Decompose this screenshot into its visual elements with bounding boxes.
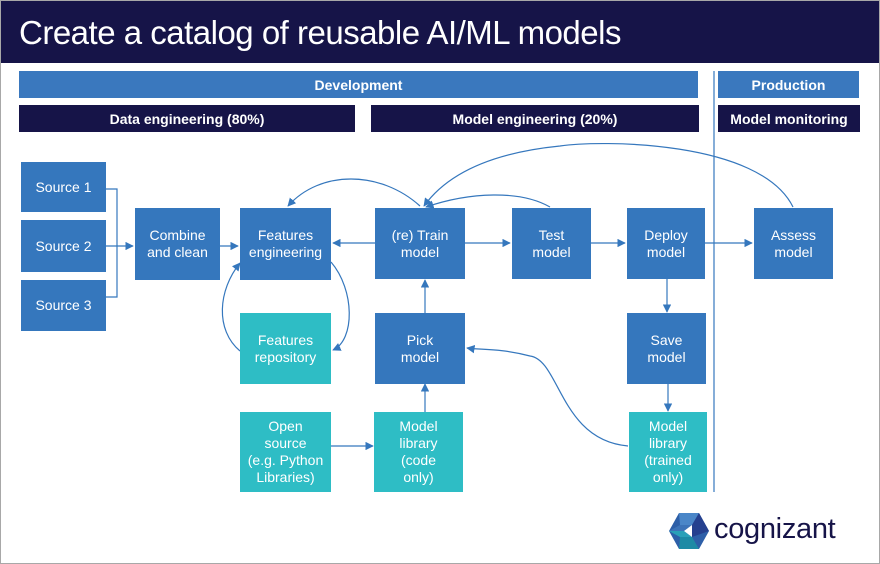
node-features-repository[interactable]: Features repository	[240, 313, 331, 384]
node-model-library-trained[interactable]: Model library (trained only)	[629, 412, 707, 492]
node-deploy-model[interactable]: Deploy model	[627, 208, 705, 279]
arrow-train-loop-to-features	[287, 178, 421, 207]
node-combine-and-clean[interactable]: Combine and clean	[135, 208, 220, 280]
node-assess-model[interactable]: Assess model	[754, 208, 833, 279]
node-source-2[interactable]: Source 2	[21, 220, 106, 272]
node-pick-model[interactable]: Pick model	[375, 313, 465, 384]
arrow-assess-to-train	[423, 142, 794, 208]
cognizant-hexagon-logo-icon	[669, 513, 709, 549]
node-source-1[interactable]: Source 1	[21, 162, 106, 212]
cognizant-logo: cognizant	[668, 511, 868, 551]
node-features-engineering[interactable]: Features engineering	[240, 208, 331, 280]
node-test-model[interactable]: Test model	[512, 208, 591, 279]
arrow-features-to-repo	[330, 261, 350, 351]
node-retrain-model[interactable]: (re) Train model	[375, 208, 465, 279]
sources-bracket	[106, 188, 118, 298]
node-open-source[interactable]: Open source (e.g. Python Libraries)	[240, 412, 331, 492]
arrow-repo-to-features	[221, 262, 241, 352]
logo-wordmark: cognizant	[714, 513, 836, 545]
node-source-3[interactable]: Source 3	[21, 280, 106, 331]
arrow-test-to-train	[425, 194, 551, 209]
node-model-library-code[interactable]: Model library (code only)	[374, 412, 463, 492]
node-save-model[interactable]: Save model	[627, 313, 706, 384]
arrow-library-trained-to-pick	[466, 344, 629, 447]
